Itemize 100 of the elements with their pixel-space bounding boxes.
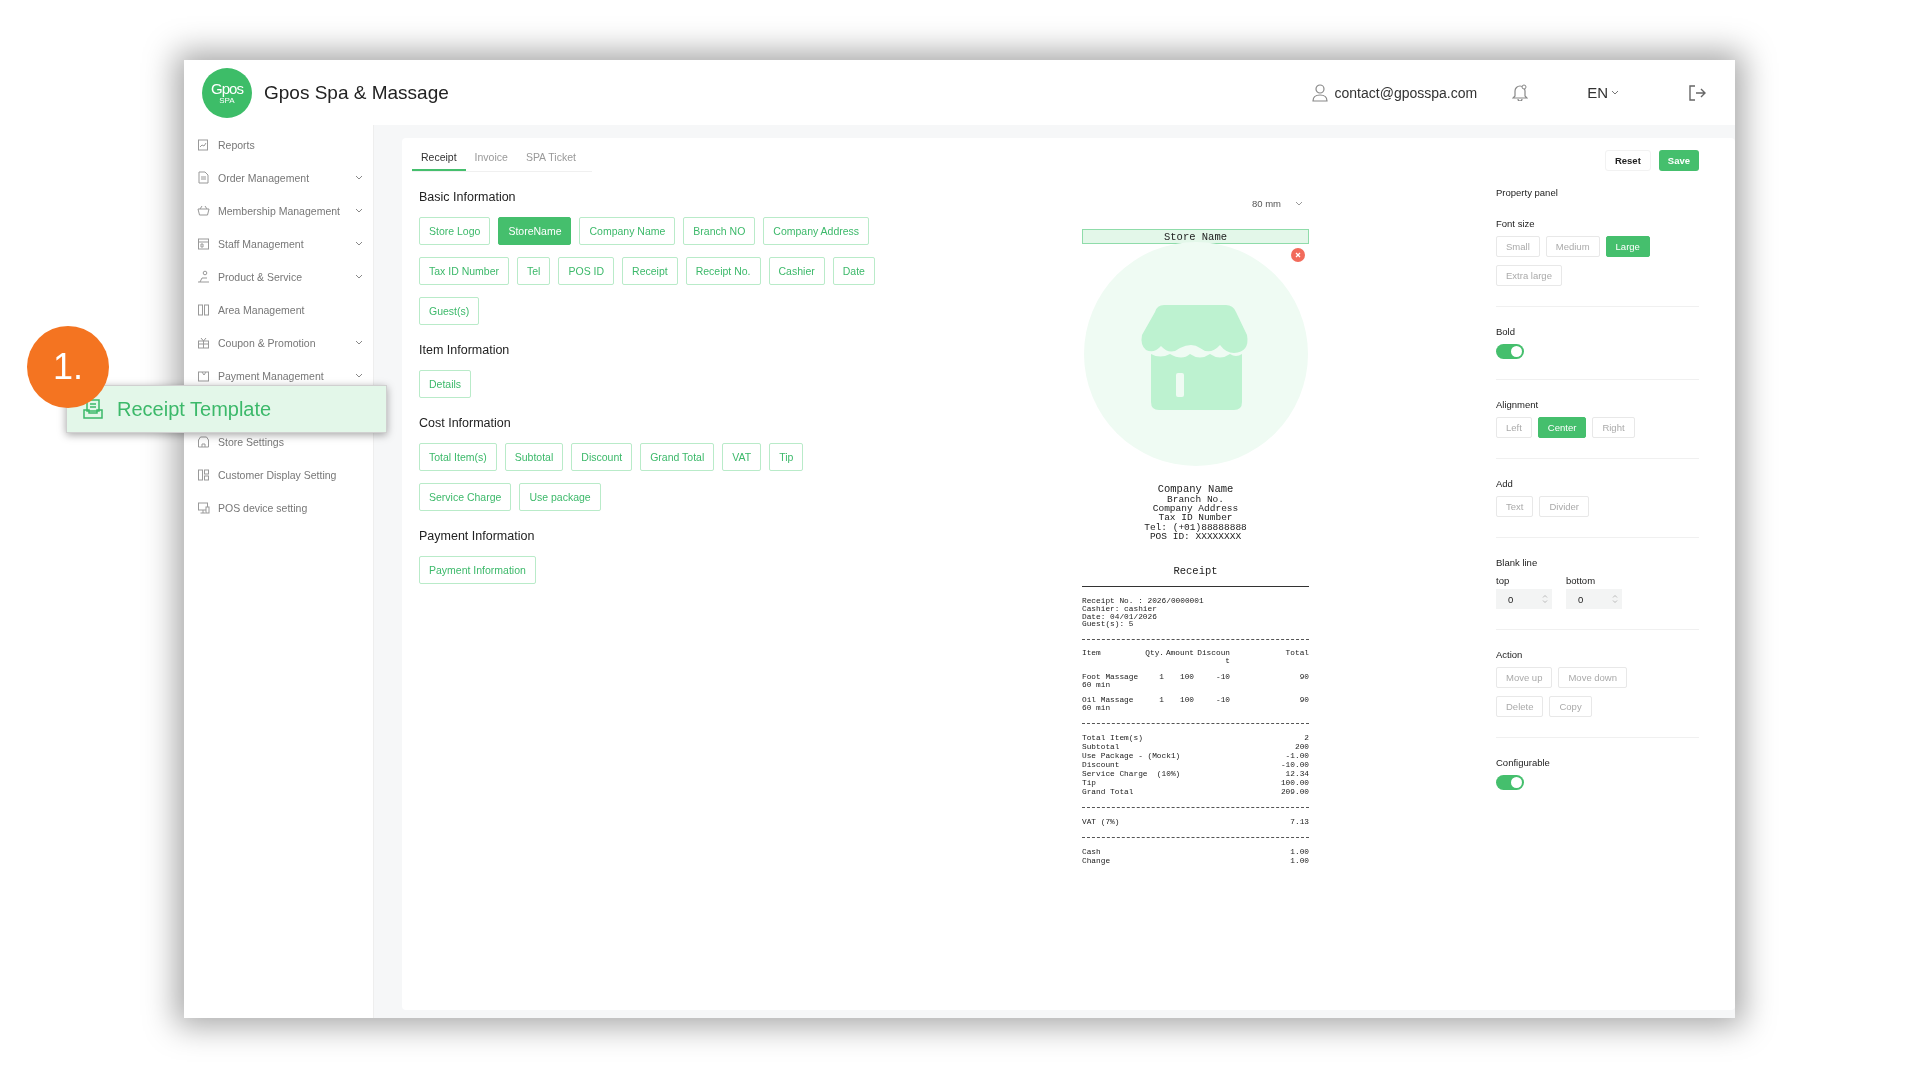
- monitor-icon: [197, 500, 210, 515]
- sidebar-item[interactable]: Payment Management: [218, 369, 324, 382]
- option-button[interactable]: Medium: [1545, 236, 1600, 257]
- user-icon: [1311, 83, 1328, 102]
- option-button[interactable]: Right: [1592, 417, 1635, 438]
- document-icon: [197, 170, 210, 185]
- property-label: Add: [1496, 478, 1514, 489]
- action-button[interactable]: Move up: [1496, 667, 1553, 688]
- sidebar-item[interactable]: Reports: [218, 138, 255, 151]
- sidebar-item[interactable]: Customer Display Setting: [218, 468, 337, 481]
- field-chip[interactable]: Tax ID Number: [419, 257, 510, 285]
- section-heading: Cost Information: [419, 416, 512, 430]
- chevron-down-icon: [1611, 90, 1619, 95]
- sidebar-item[interactable]: POS device setting: [218, 501, 308, 514]
- paper-width-select[interactable]: 80 mm: [1082, 198, 1309, 209]
- option-button[interactable]: Left: [1496, 417, 1532, 438]
- save-button[interactable]: Save: [1658, 150, 1699, 171]
- property-label: Font size: [1496, 218, 1536, 229]
- tab[interactable]: Receipt: [412, 138, 466, 171]
- sidebar-item[interactable]: Staff Management: [218, 237, 304, 250]
- receipt-line: Tax ID Number: [1158, 513, 1233, 523]
- tab[interactable]: Invoice: [465, 138, 517, 171]
- field-chip[interactable]: Use package: [519, 483, 601, 511]
- sidebar-item[interactable]: Order Management: [218, 171, 310, 184]
- report-icon: [197, 137, 210, 152]
- remove-icon[interactable]: [1291, 248, 1305, 262]
- basket-icon: [197, 203, 210, 218]
- user-email[interactable]: contact@gposspa.com: [1334, 84, 1478, 101]
- property-label: Action: [1496, 649, 1524, 660]
- toggle-switch[interactable]: [1496, 344, 1524, 359]
- field-chip[interactable]: Tel: [517, 257, 551, 285]
- panels-icon: [197, 467, 210, 482]
- property-label: Alignment: [1496, 399, 1540, 410]
- sidebar-item[interactable]: Store Settings: [218, 435, 284, 448]
- reset-button[interactable]: Reset: [1604, 150, 1651, 171]
- field-label: bottom: [1566, 575, 1597, 586]
- field-chip[interactable]: Guest(s): [419, 297, 480, 325]
- field-chip[interactable]: Discount: [571, 443, 633, 471]
- action-button[interactable]: Delete: [1496, 696, 1544, 717]
- stepper-icon: [1612, 594, 1618, 604]
- action-button[interactable]: Divider: [1539, 496, 1589, 517]
- field-label: top: [1496, 575, 1511, 586]
- field-chip[interactable]: Receipt No.: [685, 257, 761, 285]
- field-chip[interactable]: Subtotal: [504, 443, 564, 471]
- field-chip[interactable]: Service Charge: [419, 483, 512, 511]
- receipt-line: POS ID: XXXXXXXX: [1148, 531, 1242, 541]
- receipt-line: Company Name: [1156, 484, 1235, 495]
- property-label: Configurable: [1496, 757, 1551, 768]
- sidebar-item[interactable]: Area Management: [218, 303, 305, 316]
- gift-icon: [197, 335, 210, 350]
- language-selector[interactable]: EN: [1587, 84, 1619, 101]
- chevron-down-icon: [1295, 201, 1303, 206]
- field-chip[interactable]: Branch NO: [683, 217, 756, 245]
- field-chip[interactable]: Receipt: [622, 257, 678, 285]
- number-input[interactable]: 0: [1496, 589, 1552, 609]
- receipt-title: Receipt: [1172, 565, 1219, 577]
- logout-icon[interactable]: [1688, 83, 1706, 102]
- property-label: Blank line: [1496, 557, 1539, 568]
- property-label: Bold: [1496, 326, 1516, 337]
- field-chip[interactable]: Grand Total: [640, 443, 715, 471]
- receipt-line: Company Address: [1151, 504, 1240, 514]
- logo-subtext: SPA: [219, 96, 235, 105]
- option-button[interactable]: Small: [1496, 236, 1540, 257]
- section-heading: Item Information: [419, 343, 511, 357]
- field-chip[interactable]: Payment Information: [419, 556, 536, 584]
- field-chip[interactable]: Company Name: [579, 217, 676, 245]
- panel-title: Property panel: [1496, 187, 1559, 198]
- field-chip[interactable]: VAT: [722, 443, 762, 471]
- field-chip[interactable]: Details: [419, 370, 472, 398]
- field-chip[interactable]: Store Logo: [419, 217, 491, 245]
- field-chip[interactable]: Total Item(s): [419, 443, 497, 471]
- option-button[interactable]: Large: [1605, 236, 1650, 257]
- option-button[interactable]: Center: [1537, 417, 1587, 438]
- receipt-line: Branch No.: [1167, 495, 1224, 505]
- receipt-tray-icon: [83, 399, 103, 419]
- layout-icon: [197, 302, 210, 317]
- field-chip[interactable]: StoreName: [498, 217, 572, 245]
- field-chip[interactable]: Tip: [769, 443, 804, 471]
- stepper-icon: [1542, 594, 1548, 604]
- step-badge: 1.: [27, 326, 109, 408]
- logo-text: Gpos: [211, 80, 243, 96]
- toggle-switch[interactable]: [1496, 775, 1524, 790]
- sidebar-item[interactable]: Coupon & Promotion: [218, 336, 316, 349]
- option-button[interactable]: Extra large: [1496, 265, 1562, 286]
- action-button[interactable]: Move down: [1558, 667, 1628, 688]
- field-chip[interactable]: Cashier: [768, 257, 825, 285]
- sidebar-item[interactable]: Receipt Template: [66, 385, 387, 433]
- sidebar-item[interactable]: Product & Service: [218, 270, 303, 283]
- action-button[interactable]: Copy: [1549, 696, 1592, 717]
- bell-icon[interactable]: [1512, 84, 1529, 101]
- field-chip[interactable]: Company Address: [763, 217, 870, 245]
- field-chip[interactable]: Date: [832, 257, 875, 285]
- action-button[interactable]: Text: [1496, 496, 1534, 517]
- sidebar-item[interactable]: Membership Management: [218, 204, 340, 217]
- section-heading: Payment Information: [419, 529, 536, 543]
- app-title: Gpos Spa & Massage: [264, 81, 449, 104]
- receipt-line: Tel: (+01)88888888: [1143, 522, 1248, 532]
- field-chip[interactable]: POS ID: [558, 257, 615, 285]
- number-input[interactable]: 0: [1566, 589, 1622, 609]
- tab[interactable]: SPA Ticket: [516, 138, 585, 171]
